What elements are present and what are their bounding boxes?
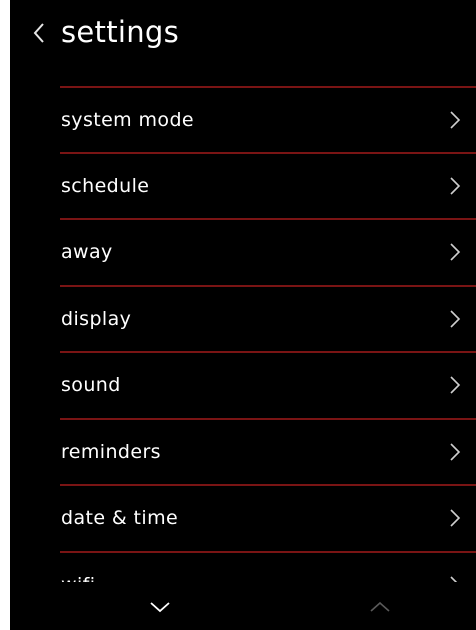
item-label: wifi xyxy=(61,552,95,582)
chevron-right-icon xyxy=(450,177,461,195)
list-item-sound[interactable]: sound xyxy=(10,352,476,418)
list-item-away[interactable]: away xyxy=(10,219,476,285)
back-button[interactable] xyxy=(24,16,54,50)
item-label: schedule xyxy=(61,175,150,197)
item-label: system mode xyxy=(61,109,195,131)
item-label: date & time xyxy=(61,507,179,529)
chevron-left-icon xyxy=(33,23,44,43)
chevron-right-icon xyxy=(450,243,461,261)
list-item-system-mode[interactable]: system mode xyxy=(10,87,476,153)
list-item-wifi[interactable]: wifi xyxy=(10,552,476,582)
chevron-right-icon xyxy=(450,509,461,527)
list-item-display[interactable]: display xyxy=(10,286,476,352)
chevron-right-icon xyxy=(450,376,461,394)
list-item-reminders[interactable]: reminders xyxy=(10,419,476,485)
page-title: settings xyxy=(61,15,180,49)
chevron-right-icon xyxy=(450,443,461,461)
item-label: away xyxy=(61,241,113,263)
list-item-schedule[interactable]: schedule xyxy=(10,153,476,219)
header: settings xyxy=(10,0,476,70)
list-item-date-time[interactable]: date & time xyxy=(10,485,476,551)
scroll-down-button[interactable] xyxy=(140,592,180,622)
chevron-up-icon xyxy=(370,601,390,612)
chevron-right-icon xyxy=(450,576,458,582)
item-label: sound xyxy=(61,374,121,396)
chevron-down-icon xyxy=(150,602,170,613)
chevron-right-icon xyxy=(450,111,461,129)
scroll-up-button[interactable] xyxy=(360,592,400,622)
item-label: reminders xyxy=(61,441,161,463)
settings-screen: settings system mode schedule away displ… xyxy=(10,0,476,630)
settings-list[interactable]: system mode schedule away display sound … xyxy=(10,86,476,582)
bottom-nav-bar xyxy=(10,582,476,630)
chevron-right-icon xyxy=(450,310,461,328)
item-label: display xyxy=(61,308,132,330)
